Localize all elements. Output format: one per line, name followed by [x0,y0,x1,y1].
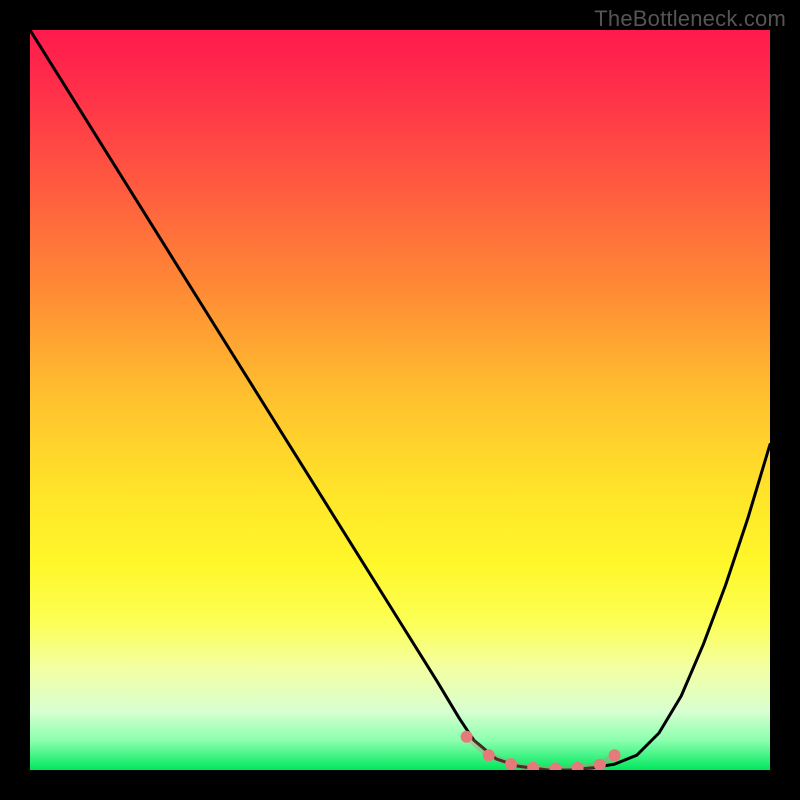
optimal-range-dot [483,749,495,761]
optimal-range-dot [527,762,539,770]
bottleneck-curve [30,30,770,770]
plot-area [30,30,770,770]
optimal-range-dot [609,749,621,761]
optimal-range-dot [461,731,473,743]
optimal-range-dot [572,762,584,770]
bottleneck-curve-path [30,30,770,770]
optimal-range-dot [505,758,517,770]
optimal-range-dot [549,763,561,771]
curve-layer [30,30,770,770]
optimal-range-markers [461,731,621,770]
watermark-text: TheBottleneck.com [594,6,786,32]
